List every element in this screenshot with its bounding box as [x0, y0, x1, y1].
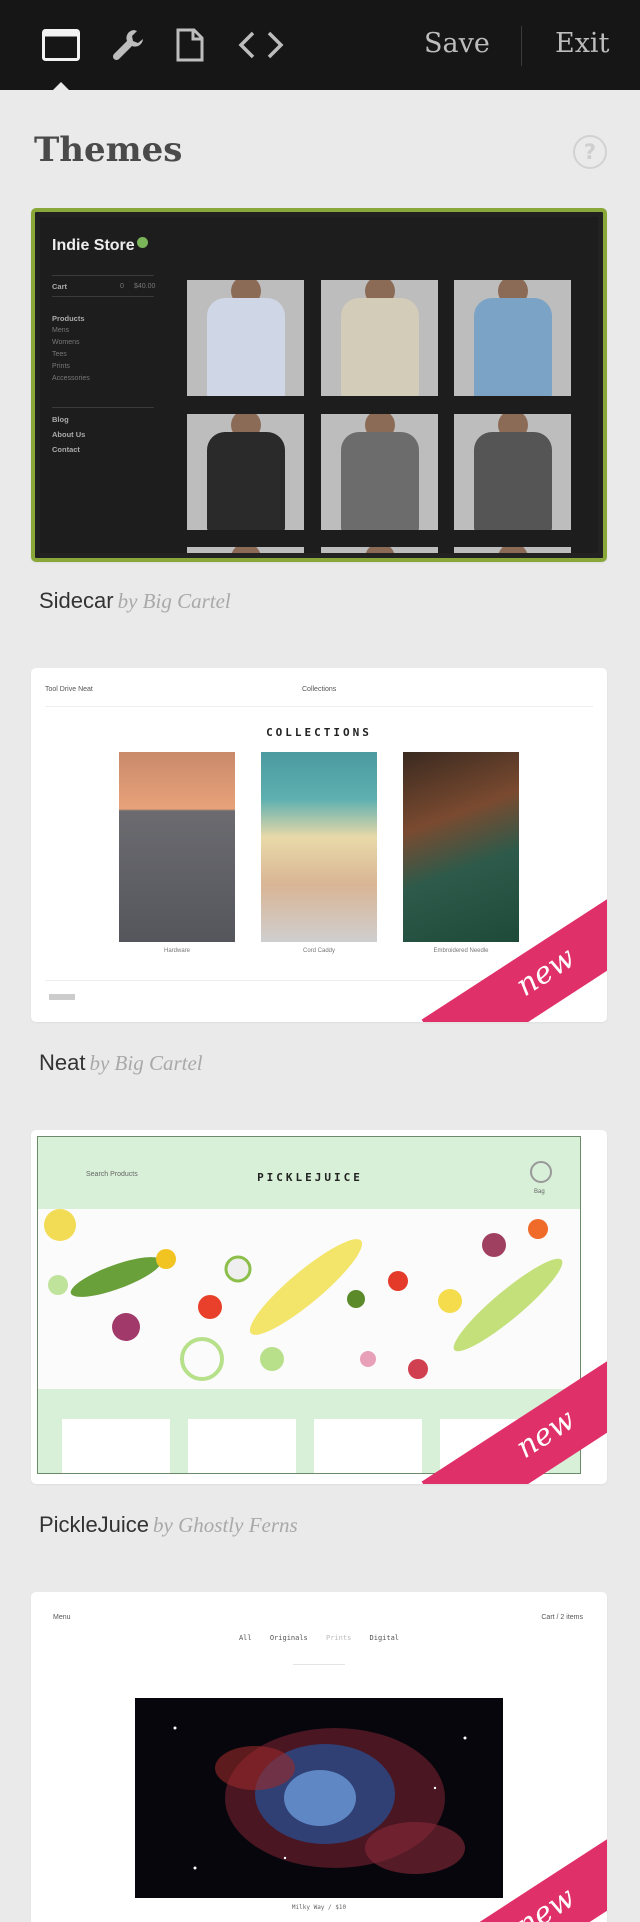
preview-cart: Cart [52, 282, 68, 291]
top-toolbar: Save Exit [0, 0, 640, 91]
preview-nav-item: Prints [52, 363, 70, 370]
preview-footer-badge [49, 994, 75, 1000]
preview-header: Search Products PICKLEJUICE Bag [38, 1137, 580, 1209]
product-photo [187, 280, 304, 396]
preview-store-name: Indie Store [52, 237, 148, 255]
product-thumbnail [62, 1419, 170, 1473]
vegetables-illustration [44, 1209, 563, 1381]
theme-name: PickleJuice [39, 1512, 150, 1537]
theme-author: by Big Cartel [89, 1051, 203, 1075]
preview-center-nav: Collections [302, 686, 337, 693]
settings-tab[interactable] [108, 22, 148, 68]
theme-card-sidecar[interactable]: Indie Store Cart 0 $40.00 Products Mens … [31, 208, 607, 562]
pages-tab[interactable] [172, 22, 208, 68]
preview-page-item: Contact [52, 445, 80, 454]
design-tab[interactable] [38, 22, 84, 68]
preview-nav-item: Accessories [52, 375, 90, 382]
collection-label: Hardware [163, 948, 190, 954]
product-photo [454, 280, 571, 396]
code-tab[interactable] [236, 22, 286, 68]
save-button[interactable]: Save [424, 28, 490, 59]
collection-image [261, 752, 377, 942]
preview-divider [293, 1664, 345, 1665]
preview-nav-item: Womens [52, 339, 80, 346]
product-photo [454, 547, 571, 553]
preview-cart-count: 0 [120, 283, 124, 290]
page-icon [176, 28, 204, 62]
preview-cart-label: Cart / 2 items [541, 1614, 583, 1621]
preview-nav-item: Mens [52, 327, 70, 334]
browser-window-icon [42, 29, 80, 61]
theme-name: Neat [39, 1050, 86, 1075]
collection-label: Cord Caddy [302, 948, 335, 954]
preview-divider [52, 407, 154, 408]
active-tab-indicator [52, 82, 70, 91]
preview-page-item: Blog [52, 415, 69, 424]
preview-hero-image [38, 1209, 580, 1389]
preview-divider [52, 296, 154, 297]
code-brackets-icon [238, 31, 284, 59]
preview-store-name: Tool Drive Neat [45, 686, 93, 693]
toolbar-divider [521, 26, 522, 66]
product-thumbnail [314, 1419, 422, 1473]
theme-preview-picklejuice: Search Products PICKLEJUICE Bag [37, 1136, 581, 1474]
product-photo [187, 547, 304, 553]
theme-caption: Neat by Big Cartel [39, 1050, 203, 1076]
product-thumbnail [188, 1419, 296, 1473]
nebula-image [135, 1698, 503, 1898]
product-photo [187, 414, 304, 530]
product-photo [454, 414, 571, 530]
bag-icon [530, 1161, 552, 1183]
theme-card-4[interactable]: Menu Cart / 2 items All Originals Prints… [31, 1592, 607, 1922]
collection-label: Embroidered Needle [433, 948, 489, 954]
theme-author: by Ghostly Ferns [153, 1513, 298, 1537]
collection-image [119, 752, 235, 942]
preview-nav-item: Digital [369, 1634, 400, 1642]
preview-section-title: COLLECTIONS [266, 726, 372, 739]
product-photo [321, 280, 438, 396]
preview-divider [45, 706, 593, 707]
preview-page-item: About Us [52, 430, 86, 439]
preview-nav-item: All [238, 1634, 252, 1642]
exit-button[interactable]: Exit [555, 28, 609, 59]
theme-caption: Sidecar by Big Cartel [39, 588, 231, 614]
preview-menu-label: Menu [53, 1614, 71, 1621]
theme-name: Sidecar [39, 588, 114, 613]
theme-author: by Big Cartel [117, 589, 231, 613]
product-photo [321, 547, 438, 553]
theme-card-neat[interactable]: Tool Drive Neat Collections COLLECTIONS … [31, 668, 607, 1022]
collection-image [403, 752, 519, 942]
nebula-illustration [173, 1726, 467, 1874]
page-title: Themes [34, 130, 183, 170]
preview-nav-item: Tees [52, 351, 67, 358]
preview-cart-label: Bag [534, 1189, 545, 1195]
preview-nav-item: Products [52, 314, 85, 323]
theme-preview-sidecar: Indie Store Cart 0 $40.00 Products Mens … [40, 217, 598, 553]
wrench-icon [112, 30, 143, 61]
help-icon[interactable]: ? [573, 135, 607, 169]
preview-store-name-text: Indie Store [52, 237, 135, 254]
product-photo [321, 414, 438, 530]
preview-nav-item: Prints [326, 1634, 352, 1642]
preview-title: PICKLEJUICE [257, 1171, 363, 1184]
store-badge-icon [136, 237, 148, 248]
preview-nav: All Originals Prints Digital [31, 1634, 607, 1642]
preview-divider [52, 275, 154, 276]
theme-card-picklejuice[interactable]: Search Products PICKLEJUICE Bag new [31, 1130, 607, 1484]
preview-cart-total: $40.00 [134, 283, 156, 290]
preview-nav-item: Originals [269, 1634, 308, 1642]
theme-caption: PickleJuice by Ghostly Ferns [39, 1512, 298, 1538]
